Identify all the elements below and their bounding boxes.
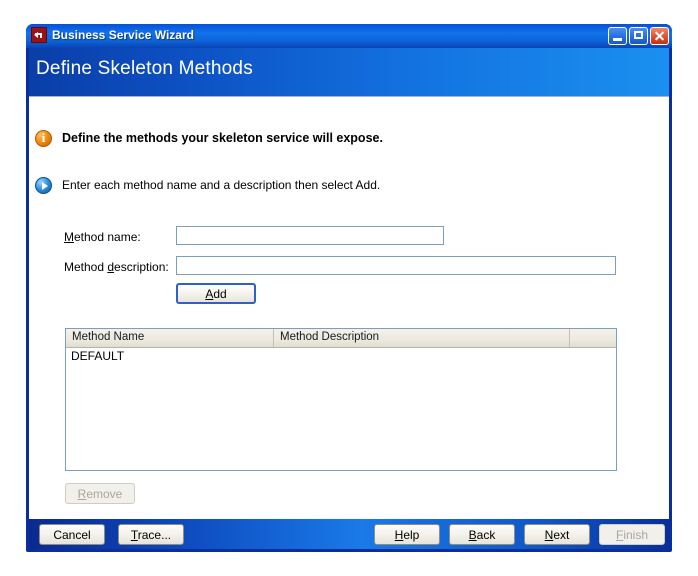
finish-button[interactable]: Finish xyxy=(599,524,665,545)
info-icon xyxy=(35,130,52,147)
next-button[interactable]: Next xyxy=(524,524,590,545)
method-name-mnemonic: M xyxy=(64,230,74,244)
title-bar-left: Business Service Wizard xyxy=(31,27,194,43)
primary-info-row: Define the methods your skeleton service… xyxy=(35,130,383,147)
wizard-body: Define the methods your skeleton service… xyxy=(29,99,669,519)
cell-extra xyxy=(570,348,616,365)
arrow-icon xyxy=(35,177,52,194)
wizard-window: Business Service Wizard Define Skeleton … xyxy=(26,24,672,552)
back-button[interactable]: Back xyxy=(449,524,515,545)
method-description-label: Method description: xyxy=(64,260,169,274)
footer-bar: Cancel Trace... Help Back Next Finish xyxy=(29,519,669,549)
cell-method-description xyxy=(274,348,570,365)
column-header-method-name[interactable]: Method Name xyxy=(66,329,274,347)
maximize-icon[interactable] xyxy=(629,27,648,45)
methods-table[interactable]: Method Name Method Description DEFAULT xyxy=(65,328,617,471)
primary-info-text: Define the methods your skeleton service… xyxy=(62,131,383,145)
column-header-extra[interactable] xyxy=(570,329,616,347)
window-controls xyxy=(608,27,669,45)
method-name-label: Method name: xyxy=(64,230,141,244)
method-name-input[interactable] xyxy=(176,226,444,245)
method-description-input[interactable] xyxy=(176,256,616,275)
secondary-info-text: Enter each method name and a description… xyxy=(62,178,381,192)
cell-method-name: DEFAULT xyxy=(71,349,125,363)
add-button[interactable]: Add xyxy=(176,283,256,304)
help-button[interactable]: Help xyxy=(374,524,440,545)
window-title: Business Service Wizard xyxy=(52,28,194,42)
service-arrow-icon xyxy=(31,27,47,43)
page-title: Define Skeleton Methods xyxy=(36,58,253,79)
cancel-button[interactable]: Cancel xyxy=(39,524,105,545)
secondary-info-row: Enter each method name and a description… xyxy=(35,177,380,194)
minimize-icon[interactable] xyxy=(608,27,627,45)
title-bar: Business Service Wizard xyxy=(26,24,672,48)
page-banner: Define Skeleton Methods xyxy=(29,48,669,96)
column-header-method-description[interactable]: Method Description xyxy=(274,329,570,347)
remove-button[interactable]: Remove xyxy=(65,483,135,504)
table-header-row: Method Name Method Description xyxy=(66,329,616,348)
trace-button[interactable]: Trace... xyxy=(118,524,184,545)
table-row[interactable]: DEFAULT xyxy=(66,348,616,365)
close-icon[interactable] xyxy=(650,27,669,45)
